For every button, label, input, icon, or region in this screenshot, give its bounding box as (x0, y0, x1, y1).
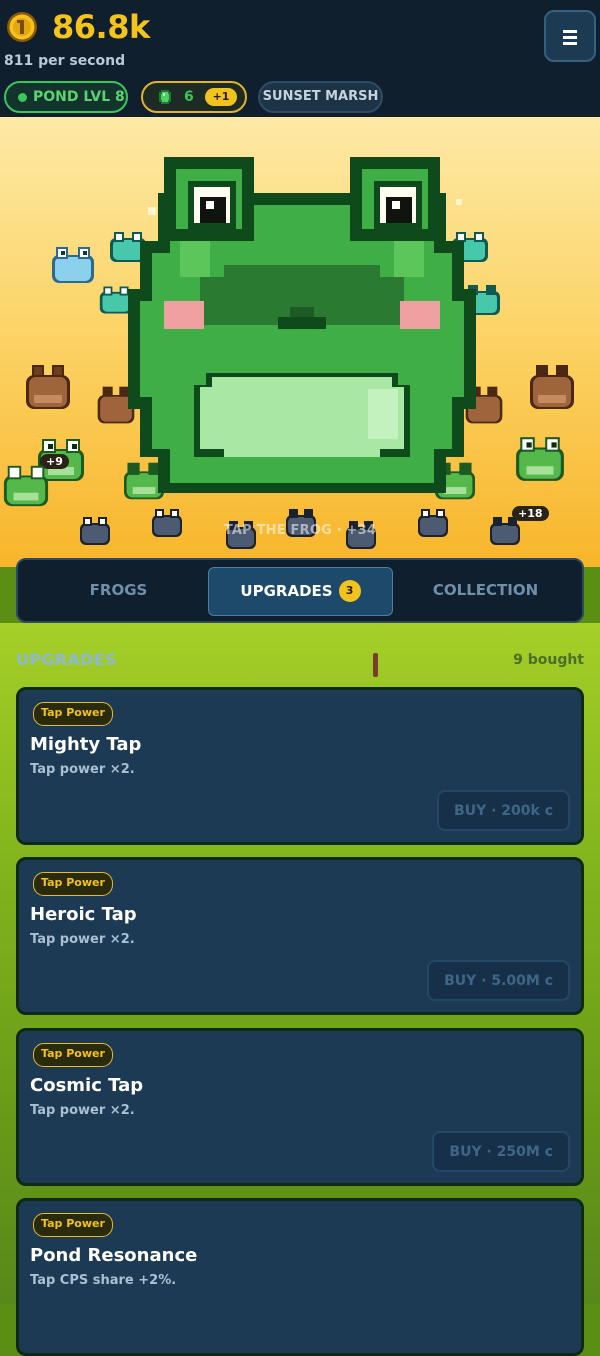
hamburger-icon (563, 30, 577, 33)
bought-count: 9 bought (513, 652, 584, 668)
hamburger-icon (563, 36, 577, 39)
buy-button[interactable]: BUY · 5.00M c (427, 960, 570, 1001)
upgrade-description: Tap power ×2. (30, 932, 135, 947)
tab-frogs[interactable]: FROGS (26, 567, 211, 616)
upgrade-title: Heroic Tap (30, 904, 137, 925)
gem-count: 6 (184, 89, 194, 105)
float-gain-badge: +18 (512, 506, 549, 521)
mini-frog-brown (26, 365, 70, 409)
upgrade-title: Pond Resonance (30, 1245, 198, 1266)
menu-button[interactable] (544, 10, 596, 62)
hamburger-icon (563, 42, 577, 45)
section-title: UPGRADES (16, 650, 117, 669)
upgrades-panel: UPGRADES 9 bought Tap Power Mighty Tap T… (0, 623, 600, 1356)
upgrade-card: Tap Power Cosmic Tap Tap power ×2. BUY ·… (16, 1028, 584, 1186)
big-frog-tap-target[interactable] (128, 157, 476, 495)
upgrade-category-tag: Tap Power (33, 872, 113, 896)
zone-pill[interactable]: SUNSET MARSH (258, 81, 383, 113)
upgrade-description: Tap power ×2. (30, 1103, 135, 1118)
tab-upgrades[interactable]: UPGRADES 3 (208, 567, 393, 616)
frog-play-area: +9 +18 TAP THE FROG · +34 (0, 117, 600, 567)
upgrade-category-tag: Tap Power (33, 1043, 113, 1067)
buy-button[interactable]: BUY · 200k c (437, 790, 570, 831)
tab-bar: FROGS UPGRADES 3 COLLECTION (16, 558, 584, 623)
tab-upgrades-label: UPGRADES (240, 582, 333, 600)
gem-icon (159, 90, 171, 104)
upgrade-description: Tap CPS share +2%. (30, 1273, 177, 1288)
mini-frog-green (3, 465, 49, 507)
upgrade-title: Cosmic Tap (30, 1075, 144, 1096)
upgrades-count-badge: 3 (338, 580, 361, 602)
coins-per-second: 811 per second (4, 53, 126, 69)
tab-collection[interactable]: COLLECTION (393, 567, 578, 616)
upgrade-description: Tap power ×2. (30, 762, 135, 777)
buy-button[interactable]: BUY · 250M c (432, 1131, 570, 1172)
coin-balance: 86.8k (52, 8, 150, 46)
mini-frog-green (516, 437, 564, 481)
upgrade-category-tag: Tap Power (33, 1213, 113, 1237)
pond-level-pill[interactable]: POND LVL 8 (4, 81, 128, 113)
upgrade-card: Tap Power Heroic Tap Tap power ×2. BUY ·… (16, 857, 584, 1015)
upgrade-title: Mighty Tap (30, 734, 142, 755)
top-bar: 86.8k 811 per second POND LVL 8 6 +1 SUN… (0, 0, 600, 117)
pond-dot-icon (18, 93, 27, 102)
upgrade-category-tag: Tap Power (33, 702, 113, 726)
upgrade-card: Tap Power Pond Resonance Tap CPS share +… (16, 1198, 584, 1356)
mini-frog-blue (52, 247, 94, 283)
pond-level-label: POND LVL 8 (33, 89, 125, 105)
upgrade-card: Tap Power Mighty Tap Tap power ×2. BUY ·… (16, 687, 584, 845)
gem-pill[interactable]: 6 +1 (141, 81, 247, 113)
tap-hint-label: TAP THE FROG · +34 (223, 523, 377, 538)
coin-icon (7, 12, 37, 42)
gem-bonus-badge: +1 (205, 88, 237, 106)
mini-frog-brown (530, 365, 574, 409)
reed-decoration (373, 653, 378, 677)
